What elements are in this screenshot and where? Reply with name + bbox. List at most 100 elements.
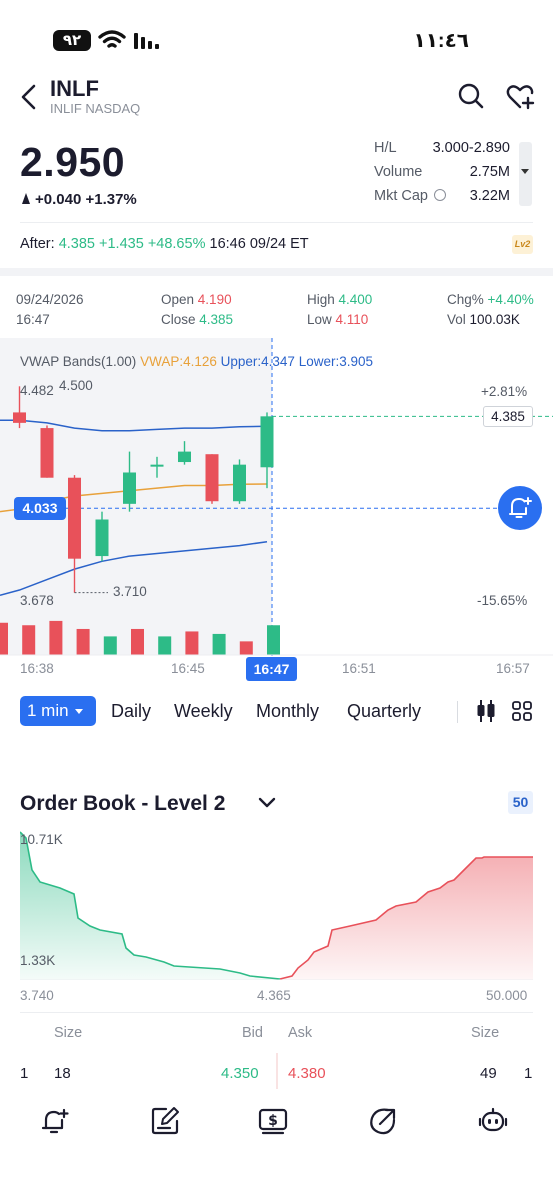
ohlc-open-close: Open 4.190 Close 4.385 bbox=[161, 290, 233, 330]
price-alert-button[interactable] bbox=[498, 486, 542, 530]
trade-dollar-icon[interactable]: $ bbox=[258, 1106, 288, 1136]
depth-axis-left: 3.740 bbox=[20, 988, 54, 1003]
after-hours-label: After: bbox=[20, 236, 55, 252]
vwap-value: VWAP:4.126 bbox=[140, 354, 217, 369]
ask-size-header: Size bbox=[471, 1025, 500, 1041]
stock-header: INLF INLIF NASDAQ bbox=[0, 72, 553, 122]
share-icon[interactable] bbox=[368, 1106, 398, 1136]
depth-min-label: 1.33K bbox=[20, 953, 56, 968]
volume-bar bbox=[131, 628, 144, 655]
depth-chart bbox=[20, 831, 533, 980]
battery-indicator: ٩٢ bbox=[53, 30, 91, 51]
order-book-title[interactable]: Order Book - Level 2 bbox=[20, 792, 225, 816]
volume-bar bbox=[22, 625, 36, 655]
time-tick-2: 16:45 bbox=[171, 661, 205, 676]
cellular-signal-icon bbox=[134, 33, 159, 49]
back-arrow-icon[interactable] bbox=[18, 82, 40, 112]
after-hours-change: +1.435 bbox=[99, 236, 144, 252]
level2-badge[interactable]: Lv2 bbox=[512, 235, 533, 254]
status-bar: ٩٢ ١١:٤٦ bbox=[0, 0, 553, 80]
status-clock: ١١:٤٦ bbox=[413, 30, 470, 52]
crosshair-time-tag: 16:47 bbox=[246, 657, 297, 681]
volume-bar bbox=[212, 633, 226, 655]
mktcap-value: 3.22M bbox=[469, 188, 510, 204]
search-icon[interactable] bbox=[457, 82, 485, 110]
candle-body bbox=[260, 416, 274, 468]
tab-separator bbox=[457, 701, 458, 723]
candle-body bbox=[95, 519, 109, 557]
candle-body bbox=[150, 464, 164, 467]
ask-depth-area bbox=[280, 857, 533, 980]
ask-level: 1 bbox=[524, 1065, 533, 1082]
add-alert-icon[interactable] bbox=[40, 1106, 70, 1136]
chevron-down-icon[interactable] bbox=[258, 796, 276, 810]
high-value: 4.400 bbox=[338, 292, 373, 307]
high-label: High bbox=[307, 292, 335, 307]
ticker-exchange: INLIF NASDAQ bbox=[50, 101, 141, 116]
candle-body bbox=[40, 428, 54, 478]
tab-quarterly[interactable]: Quarterly bbox=[347, 701, 421, 722]
bid-level: 1 bbox=[20, 1065, 29, 1082]
ask-header: Ask bbox=[288, 1025, 313, 1041]
volume-label: Volume bbox=[374, 164, 423, 180]
bid-size: 18 bbox=[54, 1065, 71, 1082]
up-triangle-icon bbox=[22, 193, 30, 204]
volume-value: 2.75M bbox=[469, 164, 510, 180]
lower-band-value: Lower:3.905 bbox=[298, 354, 374, 369]
hl-value: 3.000-2.890 bbox=[432, 140, 510, 156]
after-hours-percent: +48.65% bbox=[147, 236, 206, 252]
ohlc-date: 09/24/2026 bbox=[16, 292, 84, 307]
interval-label: 1 min bbox=[27, 701, 69, 720]
close-value: 4.385 bbox=[199, 312, 234, 327]
edit-note-icon[interactable] bbox=[150, 1106, 180, 1136]
tab-daily[interactable]: Daily bbox=[111, 701, 151, 722]
candlestick-type-icon[interactable] bbox=[475, 699, 497, 723]
time-tick-3: 16:51 bbox=[342, 661, 376, 676]
chg-value: +4.40% bbox=[487, 292, 534, 307]
quote-stats: H/L 3.000-2.890 Volume 2.75M Mkt Cap 3.22M bbox=[374, 140, 510, 212]
wifi-icon bbox=[98, 30, 126, 48]
chg-label: Chg% bbox=[447, 292, 484, 307]
robot-assistant-icon[interactable] bbox=[478, 1106, 508, 1136]
ohlc-datetime: 09/24/2026 16:47 bbox=[16, 290, 84, 330]
volume-bar bbox=[267, 625, 280, 655]
chevron-down-icon bbox=[521, 169, 529, 174]
bid-price[interactable]: 4.350 bbox=[221, 1065, 259, 1082]
price-change: +0.040 +1.37% bbox=[22, 191, 137, 208]
divider bbox=[20, 222, 533, 223]
caret-down-icon bbox=[74, 709, 83, 714]
max-annotation: 4.500 bbox=[59, 378, 93, 393]
more-info-icon[interactable] bbox=[434, 189, 447, 201]
bottom-toolbar: $ bbox=[0, 1102, 553, 1142]
y-axis-top: 4.482 bbox=[20, 383, 54, 398]
tab-monthly[interactable]: Monthly bbox=[256, 701, 319, 722]
ask-price[interactable]: 4.380 bbox=[288, 1065, 326, 1082]
candle-body bbox=[68, 477, 81, 559]
low-label: Low bbox=[307, 312, 332, 327]
interval-tabs: 1 min Daily Weekly Monthly Quarterly bbox=[0, 695, 553, 729]
last-price: 2.950 bbox=[20, 139, 126, 185]
ask-size: 49 bbox=[480, 1065, 497, 1082]
crosshair-price-tag: 4.033 bbox=[14, 497, 66, 520]
stats-expand-toggle[interactable] bbox=[519, 142, 532, 206]
vwap-legend: VWAP Bands(1.00) VWAP:4.126 Upper:4.347 … bbox=[20, 354, 373, 369]
bid-size-header: Size bbox=[54, 1025, 83, 1041]
ticker-symbol: INLF bbox=[50, 76, 99, 101]
volume-bar bbox=[76, 628, 90, 655]
indicator-name: VWAP Bands(1.00) bbox=[20, 354, 137, 369]
bid-header: Bid bbox=[242, 1025, 263, 1041]
interval-dropdown[interactable]: 1 min bbox=[20, 696, 96, 726]
volume-bar bbox=[103, 636, 117, 655]
tab-weekly[interactable]: Weekly bbox=[174, 701, 233, 722]
hl-label: H/L bbox=[374, 140, 397, 156]
after-hours-quote: After: 4.385 +1.435 +48.65% 16:46 09/24 … bbox=[20, 236, 309, 252]
ohlc-high-low: High 4.400 Low 4.110 bbox=[307, 290, 372, 330]
mktcap-label: Mkt Cap bbox=[374, 188, 447, 204]
depth-count-badge[interactable]: 50 bbox=[508, 791, 533, 814]
add-watchlist-heart-icon[interactable] bbox=[506, 82, 536, 110]
volume-bar bbox=[239, 641, 253, 655]
layout-grid-icon[interactable] bbox=[512, 701, 532, 721]
depth-axis-right: 50.000 bbox=[486, 988, 528, 1003]
open-value: 4.190 bbox=[197, 292, 232, 307]
candle-body bbox=[205, 454, 219, 502]
